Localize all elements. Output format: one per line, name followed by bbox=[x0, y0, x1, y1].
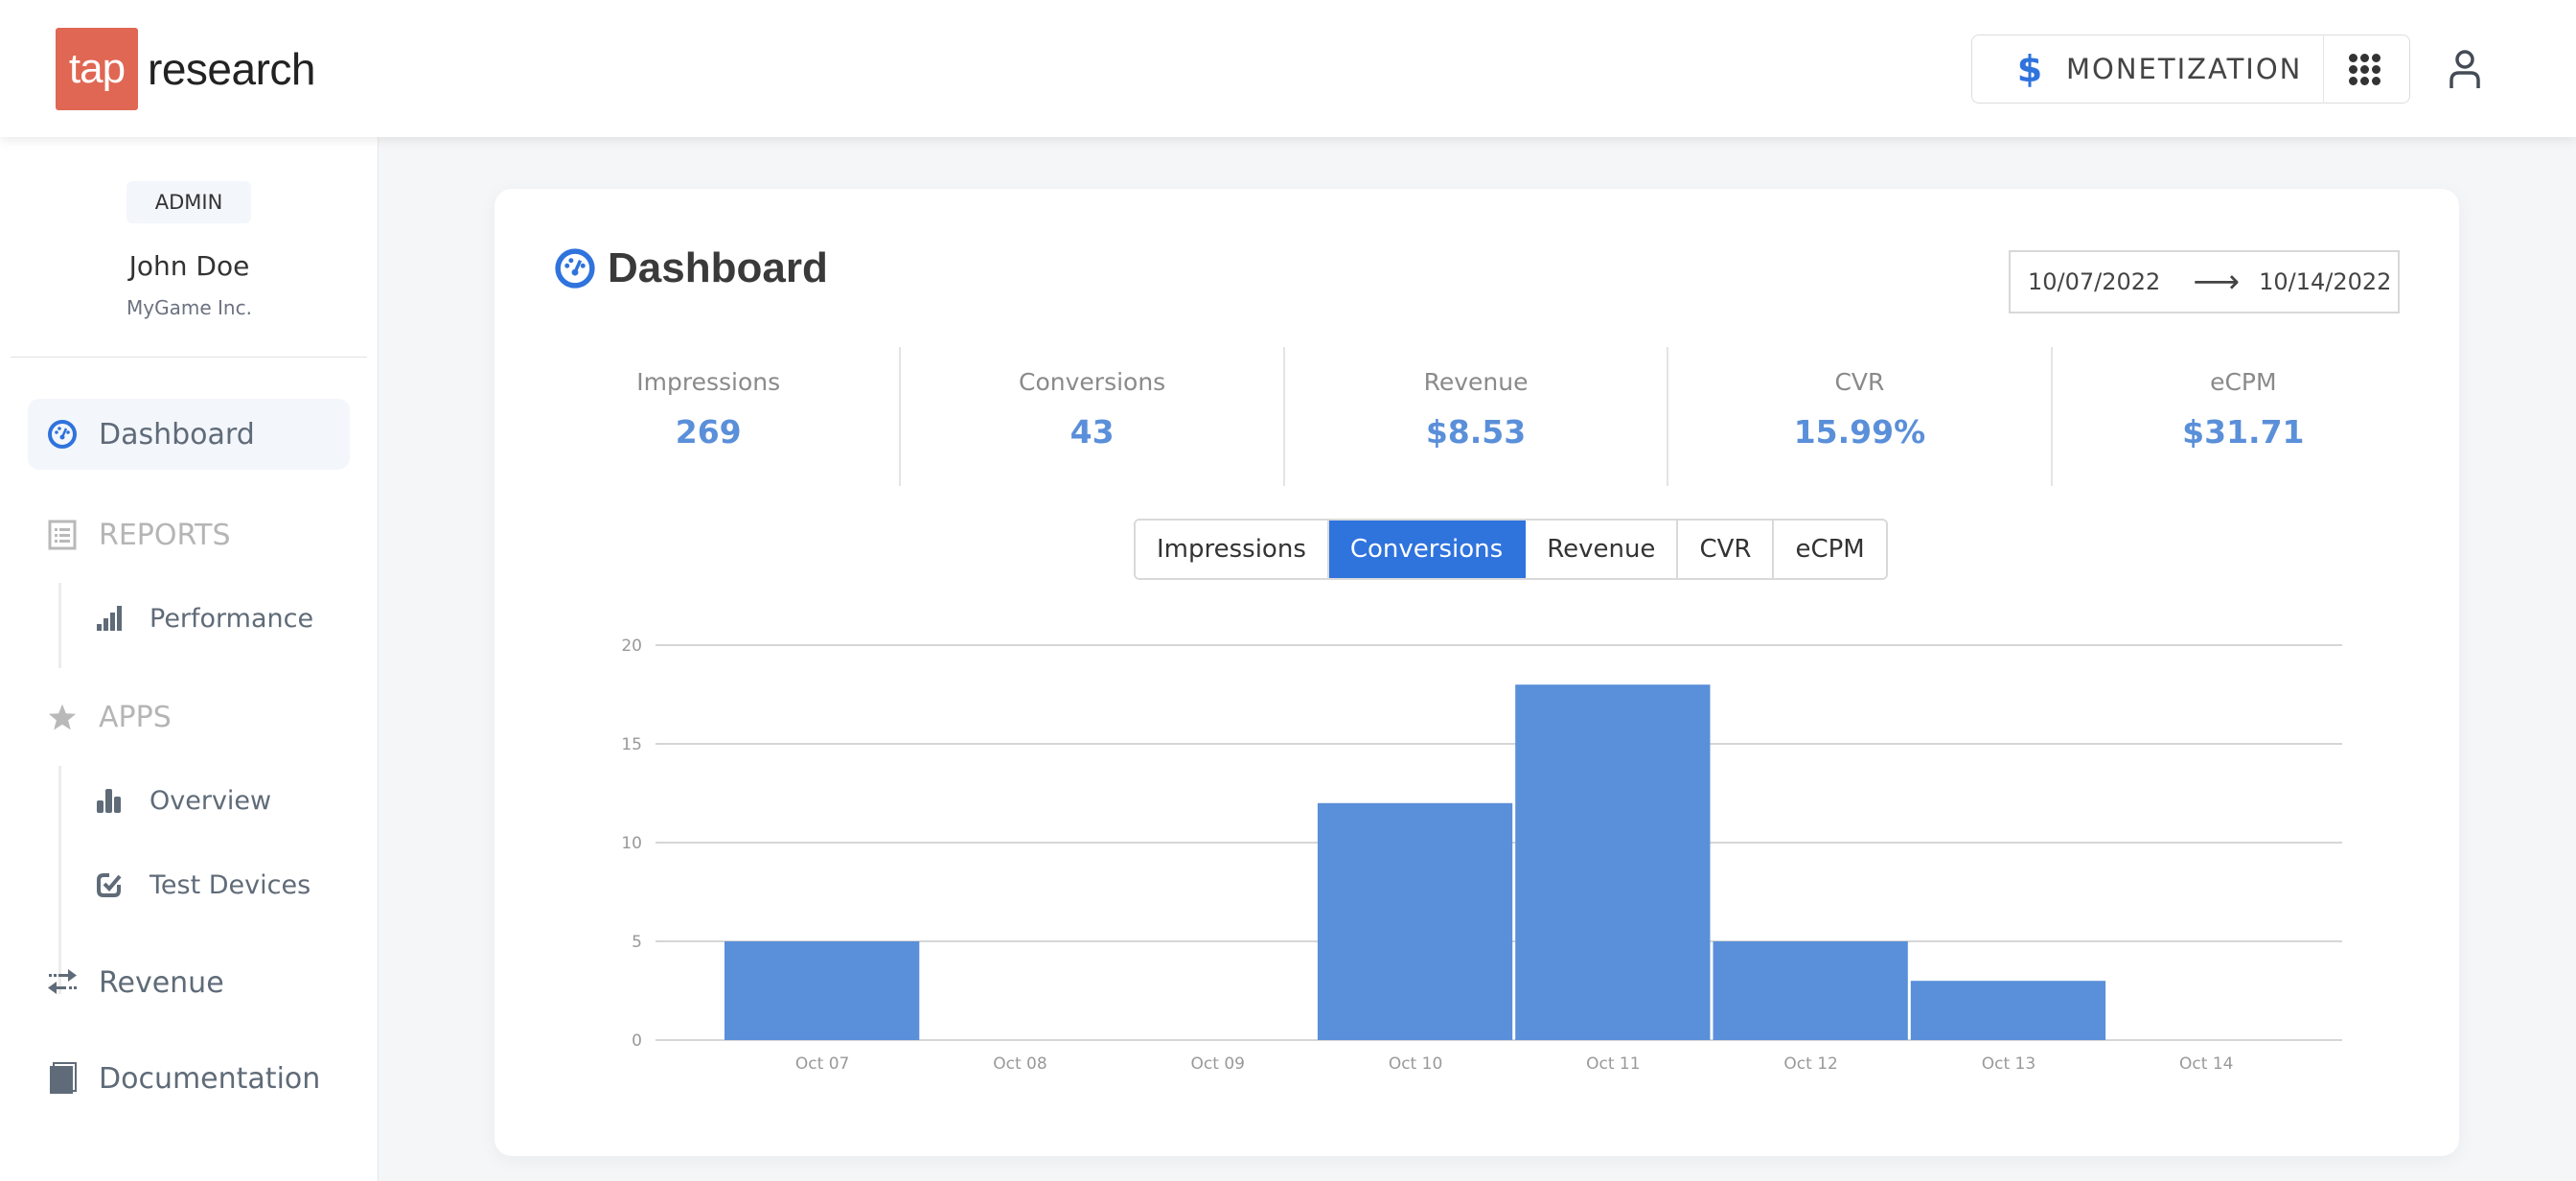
signal-bars-icon bbox=[96, 605, 123, 632]
sidebar-item-label: Test Devices bbox=[150, 869, 311, 900]
sidebar-section-label: REPORTS bbox=[99, 518, 231, 552]
x-tick-label: Oct 12 bbox=[1783, 1054, 1837, 1074]
sidebar: ADMIN John Doe MyGame Inc. Dashboard REP… bbox=[0, 137, 379, 1181]
top-header: tap research $ MONETIZATION bbox=[0, 0, 2576, 137]
sidebar-item-label: Overview bbox=[150, 785, 272, 816]
conversions-bar-chart: 0 5 10 15 20 Oct 07 Oct 08 Oct 09 Oct 10 Oct 11 Oc… bbox=[621, 637, 2342, 1074]
y-tick-label: 15 bbox=[621, 735, 642, 754]
book-icon bbox=[45, 1062, 80, 1095]
logo-wordmark: research bbox=[148, 44, 315, 94]
star-icon bbox=[45, 702, 80, 732]
exchange-arrows-icon bbox=[45, 969, 80, 996]
sidebar-item-label: Documentation bbox=[99, 1061, 321, 1096]
x-tick-label: Oct 08 bbox=[993, 1054, 1046, 1074]
x-tick-label: Oct 11 bbox=[1586, 1054, 1640, 1074]
apps-grid-icon[interactable] bbox=[2324, 35, 2404, 104]
role-badge: ADMIN bbox=[126, 181, 251, 223]
logo-mark: tap bbox=[56, 28, 138, 110]
sidebar-item-test-devices[interactable]: Test Devices bbox=[96, 856, 310, 914]
bar-oct-13[interactable] bbox=[1910, 981, 2106, 1040]
x-tick-label: Oct 10 bbox=[1389, 1054, 1442, 1074]
tap-research-logo[interactable]: tap research bbox=[56, 28, 315, 110]
dashboard-card: Dashboard 10/07/2022 ⟶ 10/14/2022 Impres… bbox=[494, 189, 2459, 1156]
user-organization: MyGame Inc. bbox=[126, 296, 252, 319]
x-tick-label: Oct 07 bbox=[795, 1054, 849, 1074]
sidebar-item-dashboard[interactable]: Dashboard bbox=[28, 399, 350, 470]
tree-line bbox=[58, 583, 61, 668]
bar-chart-icon bbox=[96, 787, 123, 814]
dashboard-gauge-icon bbox=[45, 419, 80, 450]
bar-oct-07[interactable] bbox=[724, 941, 920, 1040]
dollar-icon: $ bbox=[2016, 48, 2043, 90]
sidebar-item-documentation[interactable]: Documentation bbox=[28, 1043, 350, 1114]
bar-oct-12[interactable] bbox=[1713, 941, 1908, 1040]
sidebar-item-performance[interactable]: Performance bbox=[96, 590, 313, 647]
sidebar-item-label: Dashboard bbox=[99, 417, 255, 452]
list-icon bbox=[45, 520, 80, 550]
sidebar-section-reports[interactable]: REPORTS bbox=[28, 499, 350, 570]
product-label[interactable]: MONETIZATION bbox=[2066, 53, 2323, 85]
sidebar-item-label: Performance bbox=[150, 603, 314, 634]
y-tick-label: 0 bbox=[632, 1031, 642, 1051]
x-tick-label: Oct 14 bbox=[2179, 1054, 2233, 1074]
sidebar-divider bbox=[11, 357, 367, 358]
user-account-icon[interactable] bbox=[2448, 48, 2482, 90]
bar-oct-11[interactable] bbox=[1515, 684, 1711, 1040]
sidebar-section-label: APPS bbox=[99, 700, 172, 734]
bar-oct-10[interactable] bbox=[1317, 802, 1513, 1040]
sidebar-item-revenue[interactable]: Revenue bbox=[28, 947, 350, 1018]
y-tick-label: 20 bbox=[621, 637, 642, 656]
y-tick-label: 10 bbox=[621, 834, 642, 853]
user-name: John Doe bbox=[128, 250, 250, 282]
checkbox-icon bbox=[96, 871, 123, 898]
y-tick-label: 5 bbox=[632, 933, 642, 952]
x-tick-label: Oct 09 bbox=[1191, 1054, 1245, 1074]
sidebar-item-overview[interactable]: Overview bbox=[96, 772, 271, 829]
product-switcher: $ MONETIZATION bbox=[1971, 35, 2410, 104]
sidebar-item-label: Revenue bbox=[99, 965, 224, 1000]
sidebar-section-apps[interactable]: APPS bbox=[28, 682, 350, 753]
x-tick-label: Oct 13 bbox=[1982, 1054, 2036, 1074]
